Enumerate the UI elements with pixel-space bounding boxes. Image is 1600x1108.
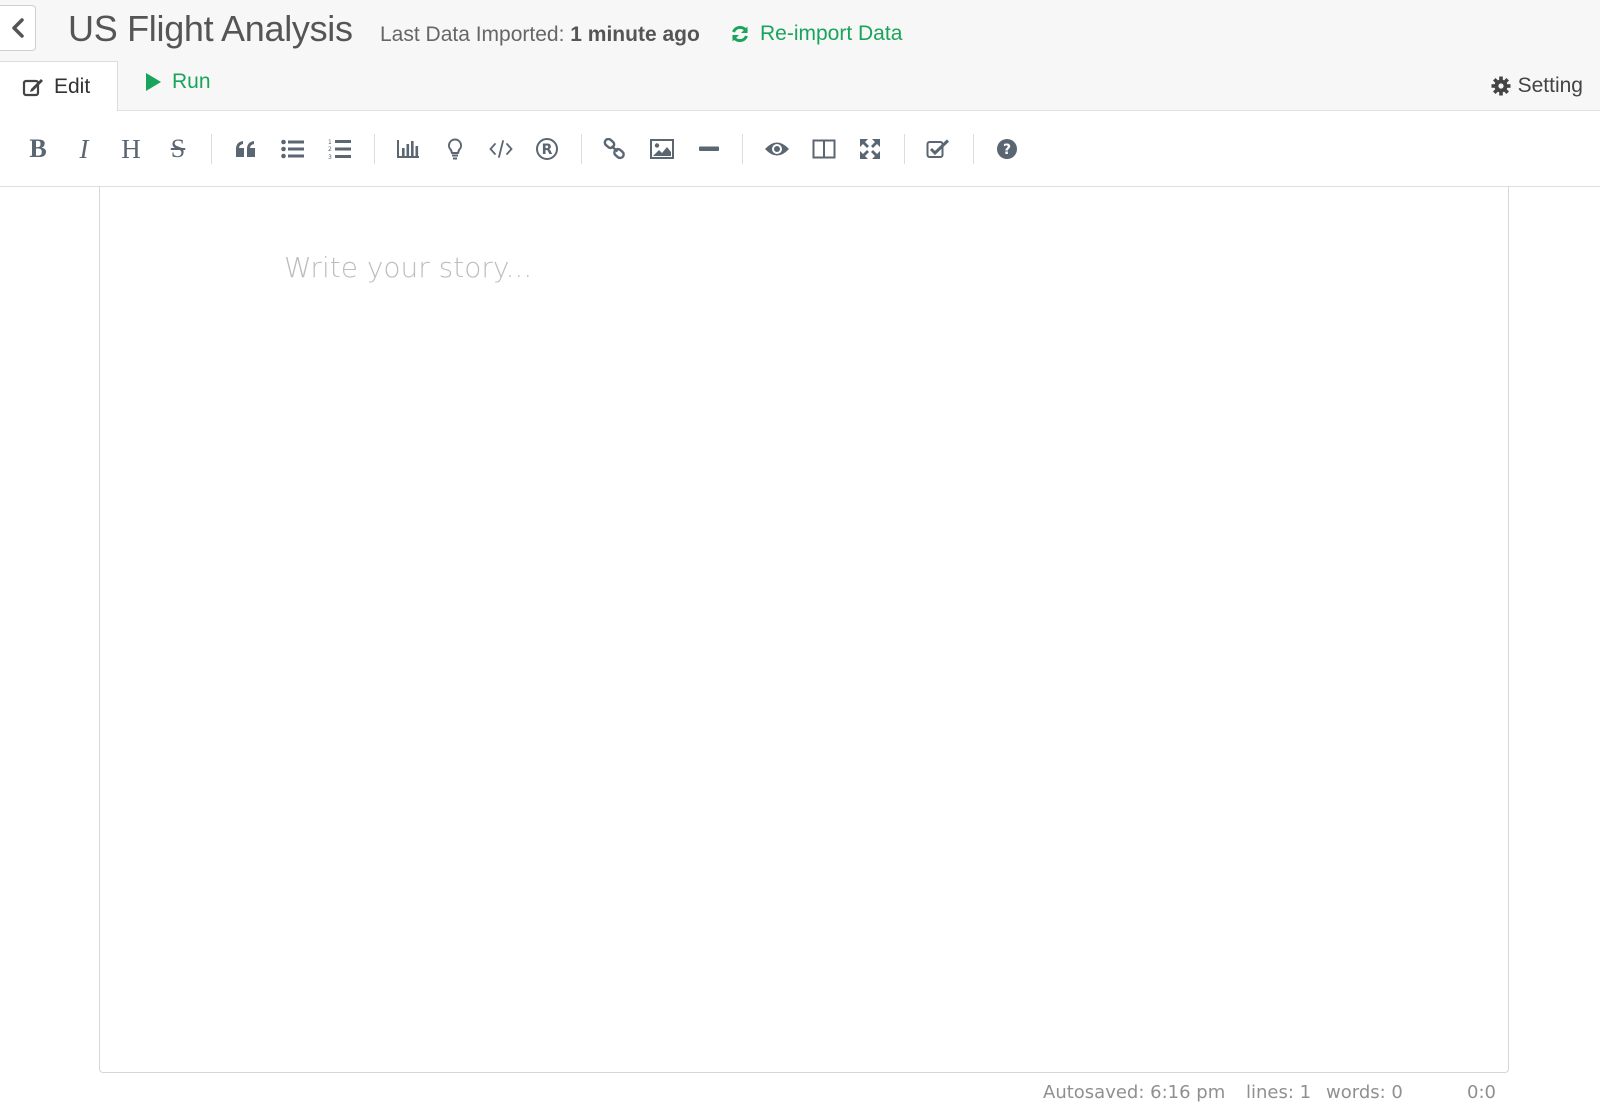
lightbulb-button[interactable] [437, 131, 473, 167]
toolbar-divider [374, 134, 375, 164]
editor-toolbar: B I H S 1 2 3 R ? [0, 111, 1600, 187]
help-button[interactable]: ? [989, 131, 1025, 167]
unordered-list-icon [281, 139, 304, 159]
tab-edit[interactable]: Edit [0, 61, 118, 112]
editor-placeholder: Write your story... [284, 251, 533, 284]
strikethrough-icon: S [170, 134, 186, 163]
checkbox-icon [926, 139, 950, 158]
chart-button[interactable] [390, 131, 426, 167]
link-button[interactable] [597, 131, 633, 167]
svg-text:?: ? [1003, 142, 1011, 158]
chevron-left-icon [11, 18, 24, 38]
back-button[interactable] [0, 5, 36, 51]
word-count: words: 0 [1326, 1082, 1403, 1103]
horizontal-rule-icon [699, 146, 719, 151]
strikethrough-button[interactable]: S [160, 131, 196, 167]
play-icon [146, 73, 161, 91]
preview-button[interactable] [759, 131, 795, 167]
tab-edit-label: Edit [54, 74, 91, 98]
unordered-list-button[interactable] [275, 131, 311, 167]
import-status: Last Data Imported: 1 minute ago [380, 23, 700, 47]
cursor-position: 0:0 [1467, 1082, 1496, 1103]
registered-icon: R [536, 138, 558, 160]
tab-run[interactable]: Run [144, 70, 211, 94]
chart-icon [397, 140, 419, 158]
help-icon: ? [997, 139, 1017, 159]
horizontal-rule-button[interactable] [691, 131, 727, 167]
link-icon [603, 138, 625, 160]
import-label: Last Data Imported: [380, 23, 565, 46]
toolbar-divider [742, 134, 743, 164]
svg-text:3: 3 [328, 154, 332, 160]
side-by-side-button[interactable] [806, 131, 842, 167]
toolbar-divider [904, 134, 905, 164]
toolbar-divider [973, 134, 974, 164]
code-icon [489, 140, 513, 158]
svg-text:R: R [542, 142, 553, 158]
page-title: US Flight Analysis [68, 8, 353, 49]
italic-icon: I [79, 133, 89, 164]
bold-icon: B [29, 134, 47, 163]
image-icon [650, 139, 674, 159]
registered-button[interactable]: R [529, 131, 565, 167]
toolbar-divider [581, 134, 582, 164]
top-header: US Flight Analysis Last Data Imported: 1… [0, 0, 1600, 112]
toolbar-divider [211, 134, 212, 164]
image-button[interactable] [644, 131, 680, 167]
heading-button[interactable]: H [113, 131, 149, 167]
setting-button[interactable]: Setting [1491, 74, 1583, 98]
quote-icon [236, 141, 255, 157]
ordered-list-icon: 1 2 3 [328, 139, 351, 160]
ordered-list-button[interactable]: 1 2 3 [322, 131, 358, 167]
svg-text:2: 2 [328, 146, 332, 153]
reimport-label: Re-import Data [760, 22, 903, 45]
italic-button[interactable]: I [66, 131, 102, 167]
gear-icon [1491, 76, 1511, 96]
checkbox-button[interactable] [920, 131, 956, 167]
autosave-status: Autosaved: 6:16 pm [1043, 1082, 1226, 1103]
preview-eye-icon [765, 142, 789, 156]
refresh-icon [732, 25, 748, 43]
code-button[interactable] [483, 131, 519, 167]
svg-text:1: 1 [328, 139, 332, 146]
fullscreen-icon [860, 139, 880, 159]
edit-icon [22, 78, 43, 96]
setting-label: Setting [1517, 74, 1583, 97]
reimport-button[interactable]: Re-import Data [730, 22, 902, 46]
line-count: lines: 1 [1246, 1082, 1312, 1103]
lightbulb-icon [447, 138, 463, 160]
story-editor[interactable]: Write your story... [99, 187, 1509, 1073]
import-value: 1 minute ago [570, 23, 700, 46]
quote-button[interactable] [228, 131, 264, 167]
bold-button[interactable]: B [20, 131, 56, 167]
side-by-side-icon [812, 139, 836, 159]
tab-run-label: Run [172, 70, 211, 93]
fullscreen-button[interactable] [852, 131, 888, 167]
heading-icon: H [121, 133, 141, 164]
